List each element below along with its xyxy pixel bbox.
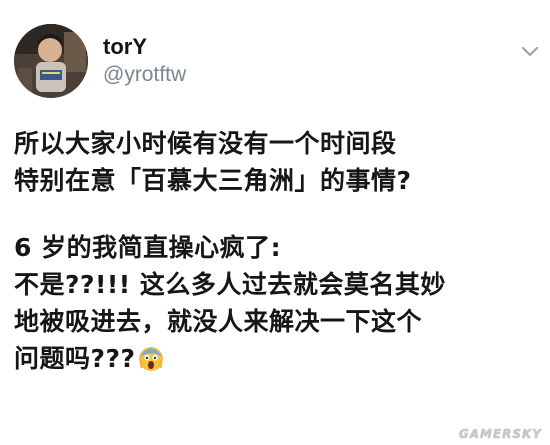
screaming-face-emoji-icon (138, 345, 164, 371)
chevron-down-icon[interactable] (520, 44, 540, 58)
avatar[interactable] (14, 24, 88, 98)
display-name[interactable]: torY (103, 34, 186, 60)
tweet-line: 不是??!!! 这么多人过去就会莫名其妙 (14, 270, 446, 299)
tweet-line: 6 岁的我简直操心疯了: (14, 233, 282, 262)
tweet-line: 特别在意「百慕大三角洲」的事情? (14, 166, 412, 195)
user-handle[interactable]: @yrotftw (103, 62, 186, 88)
tweet-line: 地被吸进去，就没人来解决一下这个 (14, 307, 423, 336)
user-info: torY @yrotftw (103, 34, 186, 88)
profile-photo-icon (14, 24, 88, 98)
tweet-line: 问题吗??? (14, 344, 136, 373)
tweet-last-line: 问题吗??? (14, 340, 539, 377)
watermark: GAMERSKY (458, 427, 542, 441)
tweet-card: torY @yrotftw 所以大家小时候有没有一个时间段 特别在意「百慕大三角… (0, 0, 550, 445)
tweet-text: 所以大家小时候有没有一个时间段 特别在意「百慕大三角洲」的事情? 6 岁的我简直… (14, 125, 539, 377)
tweet-line: 所以大家小时候有没有一个时间段 (14, 129, 397, 158)
